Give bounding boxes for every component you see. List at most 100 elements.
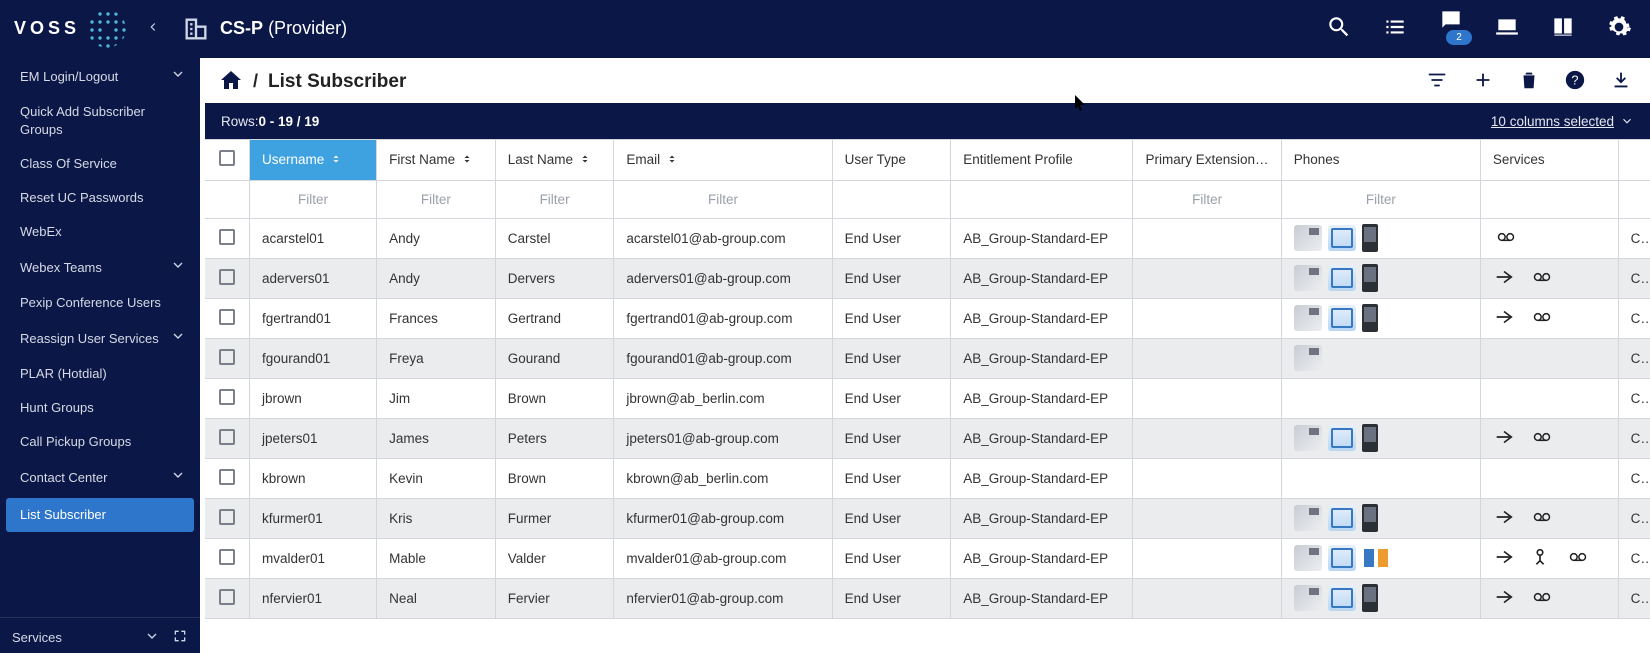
messages-button[interactable]: 2 [1438, 7, 1464, 51]
table-row[interactable]: mvalder01MableValdermvalder01@ab-group.c… [205, 538, 1650, 578]
cell-last-name: Valder [495, 538, 614, 578]
sidebar-footer-label[interactable]: Services [12, 630, 132, 645]
cell-email: fgourand01@ab-group.com [614, 338, 832, 378]
row-checkbox[interactable] [219, 309, 235, 325]
help-button[interactable]: ? [1564, 69, 1586, 94]
cell-first-name: Kris [377, 498, 496, 538]
row-checkbox[interactable] [219, 589, 235, 605]
cell-entitlement: AB_Group-Standard-EP [951, 578, 1133, 618]
export-button[interactable] [1610, 69, 1632, 94]
column-header-first-name[interactable]: First Name [377, 140, 496, 180]
column-header-username[interactable]: Username [249, 140, 376, 180]
table-row[interactable]: kfurmer01KrisFurmerkfurmer01@ab-group.co… [205, 498, 1650, 538]
table-row[interactable]: jpeters01JamesPetersjpeters01@ab-group.c… [205, 418, 1650, 458]
column-header-user-type[interactable]: User Type [832, 140, 951, 180]
table-row[interactable]: nfervier01NealFerviernfervier01@ab-group… [205, 578, 1650, 618]
columns-selected-button[interactable]: 10 columns selected [1491, 114, 1634, 129]
display-button[interactable] [1494, 14, 1520, 43]
filter-input-last-name[interactable] [508, 192, 602, 207]
cell-phones [1281, 258, 1480, 298]
row-checkbox[interactable] [219, 349, 235, 365]
row-checkbox[interactable] [219, 269, 235, 285]
cell-entitlement: AB_Group-Standard-EP [951, 298, 1133, 338]
table-row[interactable]: jbrownJimBrownjbrown@ab_berlin.comEnd Us… [205, 378, 1650, 418]
page-header: / List Subscriber ? [205, 58, 1650, 103]
column-header-entitlement-profile[interactable]: Entitlement Profile [951, 140, 1133, 180]
sidebar-item-webex[interactable]: WebEx [0, 215, 200, 249]
header-actions: 2 [1326, 7, 1632, 51]
filter-input-phones[interactable] [1294, 192, 1468, 207]
sidebar-item-list-subscriber[interactable]: List Subscriber [6, 498, 194, 532]
org-name: CS-P (Provider) [220, 18, 347, 39]
column-header-email[interactable]: Email [614, 140, 832, 180]
cell-services [1480, 458, 1618, 498]
column-header-services[interactable]: Services [1480, 140, 1618, 180]
cell-last-name: Gourand [495, 338, 614, 378]
phone-soft-icon [1328, 545, 1356, 571]
cell-user-type: End User [832, 458, 951, 498]
delete-button[interactable] [1518, 69, 1540, 94]
table-row[interactable]: adervers01AndyDerversadervers01@ab-group… [205, 258, 1650, 298]
sidebar-item-class-of-service[interactable]: Class Of Service [0, 147, 200, 181]
service-snr-icon [1493, 266, 1515, 291]
service-voicemail-icon [1529, 307, 1555, 330]
row-checkbox[interactable] [219, 229, 235, 245]
row-checkbox[interactable] [219, 429, 235, 445]
column-header-last-name[interactable]: Last Name [495, 140, 614, 180]
row-checkbox[interactable] [219, 389, 235, 405]
sidebar-item-contact-center[interactable]: Contact Center [0, 459, 200, 496]
top-header: VOSS CS-P (Provider) 2 [0, 0, 1650, 58]
sidebar-item-reassign-user-services[interactable]: Reassign User Services [0, 320, 200, 357]
org-name-type: (Provider) [268, 18, 347, 38]
filter-cell-first-name [377, 180, 496, 218]
cell-primary-extension [1133, 538, 1281, 578]
cell-primary-extension [1133, 218, 1281, 258]
rows-count: 0 - 19 / 19 [259, 114, 320, 129]
cell-entitlement: AB_Group-Standard-EP [951, 458, 1133, 498]
settings-button[interactable] [1606, 14, 1632, 43]
sidebar-item-pexip-conference-users[interactable]: Pexip Conference Users [0, 286, 200, 320]
sidebar-item-plar-hotdial-[interactable]: PLAR (Hotdial) [0, 357, 200, 391]
sidebar-item-hunt-groups[interactable]: Hunt Groups [0, 391, 200, 425]
column-header-primary-extension[interactable]: Primary Extension [1133, 140, 1281, 180]
search-button[interactable] [1326, 14, 1352, 43]
filter-input-username[interactable] [262, 192, 364, 207]
sidebar-item-label: Reassign User Services [20, 330, 159, 348]
logo-mark-icon [88, 10, 126, 48]
gear-icon [1606, 14, 1632, 40]
table-row[interactable]: fgertrand01FrancesGertrandfgertrand01@ab… [205, 298, 1650, 338]
cell-user-type: End User [832, 418, 951, 458]
table-row[interactable]: acarstel01AndyCarstelacarstel01@ab-group… [205, 218, 1650, 258]
sidebar-footer-expand[interactable] [144, 628, 160, 647]
sidebar-item-em-login-logout[interactable]: EM Login/Logout [0, 58, 200, 95]
row-checkbox[interactable] [219, 509, 235, 525]
sidebar-item-call-pickup-groups[interactable]: Call Pickup Groups [0, 425, 200, 459]
sidebar-item-reset-uc-passwords[interactable]: Reset UC Passwords [0, 181, 200, 215]
cell-user-type: End User [832, 338, 951, 378]
phone-desk-icon [1294, 265, 1322, 291]
sidebar-collapse-button[interactable] [146, 20, 160, 37]
filter-input-primary-extension[interactable] [1145, 192, 1268, 207]
phone-desk-icon [1294, 225, 1322, 251]
service-voicemail-icon [1529, 267, 1555, 290]
table-row[interactable]: fgourand01FreyaGourandfgourand01@ab-grou… [205, 338, 1650, 378]
sidebar-item-label: EM Login/Logout [20, 68, 118, 86]
chevron-left-icon [146, 20, 160, 34]
add-button[interactable] [1472, 69, 1494, 94]
row-checkbox[interactable] [219, 469, 235, 485]
table-row[interactable]: kbrownKevinBrownkbrown@ab_berlin.comEnd … [205, 458, 1650, 498]
column-header-phones[interactable]: Phones [1281, 140, 1480, 180]
cell-overflow: Cl [1618, 458, 1650, 498]
docs-button[interactable] [1550, 14, 1576, 43]
filter-input-email[interactable] [626, 192, 819, 207]
filter-input-first-name[interactable] [389, 192, 483, 207]
select-all-checkbox[interactable] [219, 150, 235, 166]
filter-button[interactable] [1426, 69, 1448, 94]
org-context[interactable]: CS-P (Provider) [182, 15, 347, 43]
activity-list-button[interactable] [1382, 14, 1408, 43]
sidebar-item-webex-teams[interactable]: Webex Teams [0, 249, 200, 286]
home-button[interactable] [219, 68, 243, 95]
fullscreen-button[interactable] [172, 628, 188, 647]
sidebar-item-quick-add-subscriber-groups[interactable]: Quick Add Subscriber Groups [0, 95, 200, 147]
row-checkbox[interactable] [219, 549, 235, 565]
